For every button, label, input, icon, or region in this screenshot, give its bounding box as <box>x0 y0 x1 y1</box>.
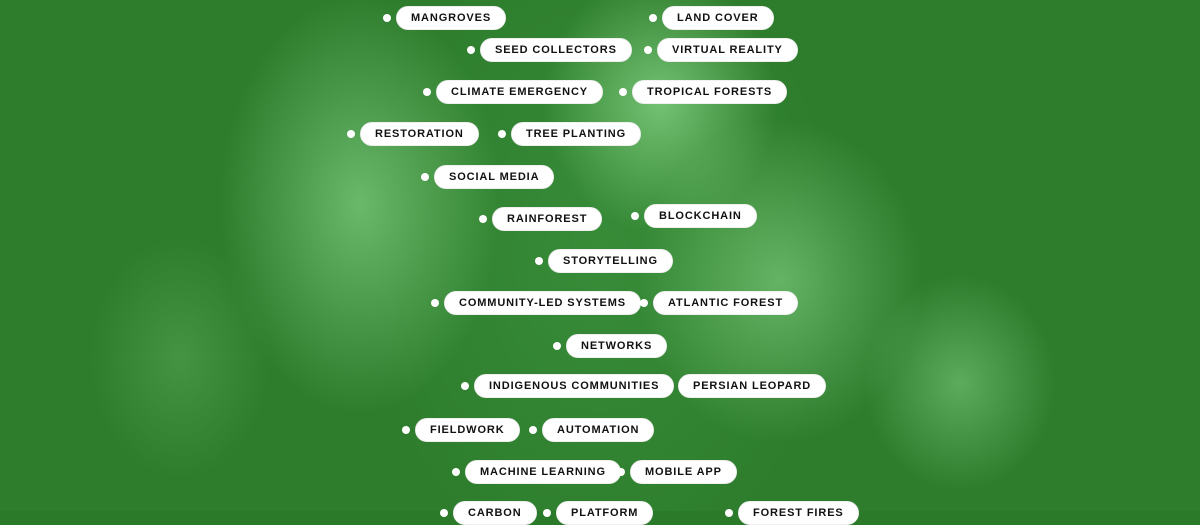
tag-machine-learning[interactable]: MACHINE LEARNING <box>452 460 621 484</box>
tag-networks[interactable]: NETWORKS <box>553 334 667 358</box>
label-mobile-app: MOBILE APP <box>630 460 737 484</box>
bullet-land-cover <box>649 14 657 22</box>
label-forest-fires: FOREST FIRES <box>738 501 859 525</box>
tag-restoration[interactable]: RESTORATION <box>347 122 479 146</box>
label-tree-planting: TREE PLANTING <box>511 122 641 146</box>
bullet-networks <box>553 342 561 350</box>
label-restoration: RESTORATION <box>360 122 479 146</box>
label-platform: PLATFORM <box>556 501 653 525</box>
tag-tropical-forests[interactable]: TROPICAL FORESTS <box>619 80 787 104</box>
label-tropical-forests: TROPICAL FORESTS <box>632 80 787 104</box>
tag-persian-leopard[interactable]: PERSIAN LEOPARD <box>665 374 826 398</box>
label-rainforest: RAINFOREST <box>492 207 602 231</box>
tag-land-cover[interactable]: LAND COVER <box>649 6 774 30</box>
bullet-blockchain <box>631 212 639 220</box>
bullet-mangroves <box>383 14 391 22</box>
bullet-machine-learning <box>452 468 460 476</box>
bullet-automation <box>529 426 537 434</box>
tag-fieldwork[interactable]: FIELDWORK <box>402 418 520 442</box>
bullet-seed-collectors <box>467 46 475 54</box>
label-automation: AUTOMATION <box>542 418 654 442</box>
bullet-social-media <box>421 173 429 181</box>
tag-seed-collectors[interactable]: SEED COLLECTORS <box>467 38 632 62</box>
bullet-tree-planting <box>498 130 506 138</box>
label-carbon: CARBON <box>453 501 537 525</box>
label-virtual-reality: VIRTUAL REALITY <box>657 38 798 62</box>
bullet-fieldwork <box>402 426 410 434</box>
bullet-persian-leopard <box>665 382 673 390</box>
tag-blockchain[interactable]: BLOCKCHAIN <box>631 204 757 228</box>
tag-automation[interactable]: AUTOMATION <box>529 418 654 442</box>
bullet-forest-fires <box>725 509 733 517</box>
label-persian-leopard: PERSIAN LEOPARD <box>678 374 826 398</box>
label-indigenous: INDIGENOUS COMMUNITIES <box>474 374 674 398</box>
label-seed-collectors: SEED COLLECTORS <box>480 38 632 62</box>
bullet-carbon <box>440 509 448 517</box>
bullet-virtual-reality <box>644 46 652 54</box>
bullet-rainforest <box>479 215 487 223</box>
label-climate-emergency: CLIMATE EMERGENCY <box>436 80 603 104</box>
tag-indigenous[interactable]: INDIGENOUS COMMUNITIES <box>461 374 674 398</box>
tag-platform[interactable]: PLATFORM <box>543 501 653 525</box>
tag-virtual-reality[interactable]: VIRTUAL REALITY <box>644 38 798 62</box>
tag-storytelling[interactable]: STORYTELLING <box>535 249 673 273</box>
label-atlantic-forest: ATLANTIC FOREST <box>653 291 798 315</box>
bullet-indigenous <box>461 382 469 390</box>
bullet-platform <box>543 509 551 517</box>
tag-mangroves[interactable]: MANGROVES <box>383 6 506 30</box>
bullet-atlantic-forest <box>640 299 648 307</box>
tag-climate-emergency[interactable]: CLIMATE EMERGENCY <box>423 80 603 104</box>
label-social-media: SOCIAL MEDIA <box>434 165 554 189</box>
tag-social-media[interactable]: SOCIAL MEDIA <box>421 165 554 189</box>
bullet-climate-emergency <box>423 88 431 96</box>
tag-atlantic-forest[interactable]: ATLANTIC FOREST <box>640 291 798 315</box>
tag-community-led[interactable]: COMMUNITY-LED SYSTEMS <box>431 291 641 315</box>
bullet-community-led <box>431 299 439 307</box>
tag-rainforest[interactable]: RAINFOREST <box>479 207 602 231</box>
bullet-storytelling <box>535 257 543 265</box>
label-community-led: COMMUNITY-LED SYSTEMS <box>444 291 641 315</box>
tag-tree-planting[interactable]: TREE PLANTING <box>498 122 641 146</box>
bullet-tropical-forests <box>619 88 627 96</box>
label-fieldwork: FIELDWORK <box>415 418 520 442</box>
label-storytelling: STORYTELLING <box>548 249 673 273</box>
label-networks: NETWORKS <box>566 334 667 358</box>
tag-mobile-app[interactable]: MOBILE APP <box>617 460 737 484</box>
bullet-mobile-app <box>617 468 625 476</box>
bullet-restoration <box>347 130 355 138</box>
tags-container: MANGROVES LAND COVER SEED COLLECTORS VIRTUA… <box>0 0 1200 511</box>
label-mangroves: MANGROVES <box>396 6 506 30</box>
label-machine-learning: MACHINE LEARNING <box>465 460 621 484</box>
tag-carbon[interactable]: CARBON <box>440 501 537 525</box>
label-land-cover: LAND COVER <box>662 6 774 30</box>
tag-forest-fires[interactable]: FOREST FIRES <box>725 501 859 525</box>
label-blockchain: BLOCKCHAIN <box>644 204 757 228</box>
